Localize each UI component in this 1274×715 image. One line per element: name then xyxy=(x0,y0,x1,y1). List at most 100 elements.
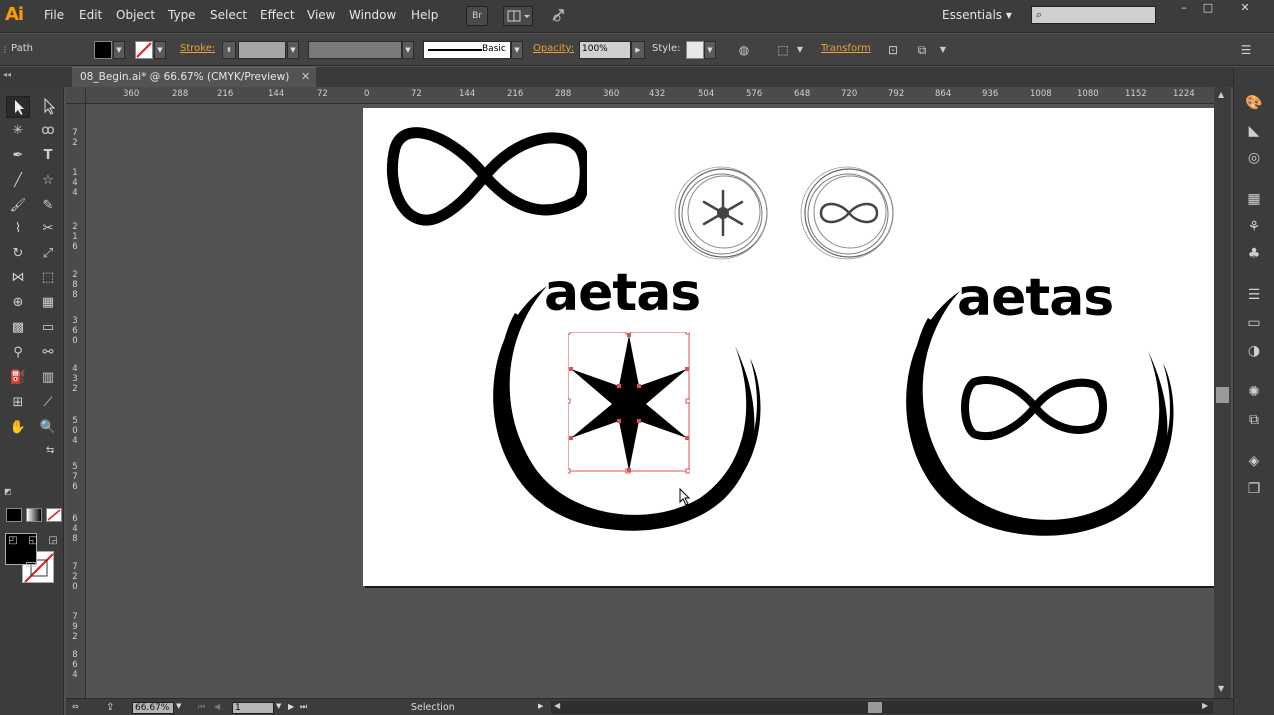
none-mode-button[interactable] xyxy=(46,508,62,522)
menu-object[interactable]: Object xyxy=(116,8,155,22)
perspective-grid-tool[interactable]: ▦ xyxy=(36,292,60,314)
maximize-button[interactable]: □ xyxy=(1199,1,1217,15)
bridge-button[interactable]: Br xyxy=(466,6,488,26)
artboards-panel-icon[interactable]: ❐ xyxy=(1244,479,1264,499)
scroll-left-icon[interactable]: ◀ xyxy=(554,701,560,710)
star-tool[interactable]: ☆ xyxy=(36,170,60,192)
magic-wand-tool[interactable]: ✳ xyxy=(6,120,30,142)
selected-star-shape[interactable] xyxy=(568,332,690,474)
next-artboard-icon[interactable]: ▶ xyxy=(288,702,294,711)
arrange-documents-button[interactable] xyxy=(503,6,533,26)
stroke-dropdown[interactable]: ▼ xyxy=(154,41,166,59)
type-tool[interactable]: T xyxy=(36,145,60,167)
stroke-weight-input[interactable] xyxy=(238,41,286,59)
arrange-icon[interactable]: ⧉ xyxy=(914,42,930,58)
brush-definition[interactable]: Basic xyxy=(423,41,511,59)
column-graph-tool[interactable]: ▥ xyxy=(36,367,60,389)
recolor-artwork-icon[interactable]: ◍ xyxy=(736,42,752,58)
kuler-icon[interactable]: ◎ xyxy=(1244,148,1264,168)
hand-tool[interactable]: ✋ xyxy=(6,417,30,439)
color-panel-icon[interactable]: 🎨 xyxy=(1244,93,1264,113)
graphic-styles-icon[interactable]: ⧉ xyxy=(1244,410,1264,430)
fit-icon[interactable]: ⇔ xyxy=(72,702,79,711)
menu-window[interactable]: Window xyxy=(349,8,396,22)
gradient-tool[interactable]: ▭ xyxy=(36,317,60,339)
opacity-dropdown[interactable]: ▶ xyxy=(631,41,645,59)
artboard-number-input[interactable]: 1 xyxy=(232,702,274,714)
arrange-dropdown-icon[interactable]: ▼ xyxy=(935,42,951,58)
zoom-level-input[interactable]: 66.67% xyxy=(132,702,174,714)
line-tool[interactable]: ╱ xyxy=(6,170,30,192)
close-button[interactable]: ✕ xyxy=(1236,1,1254,15)
status-menu-icon[interactable]: ▶ xyxy=(538,702,543,710)
symbol-sprayer-tool[interactable]: ⛽ xyxy=(6,367,30,389)
fill-dropdown[interactable]: ▼ xyxy=(113,41,125,59)
brush-dropdown[interactable]: ▼ xyxy=(511,41,523,59)
variable-width-profile[interactable] xyxy=(308,41,402,59)
swatches-panel-icon[interactable]: ▦ xyxy=(1244,189,1264,209)
opacity-input[interactable]: 100% xyxy=(579,41,631,59)
swap-colors-icon[interactable]: ⇆ xyxy=(46,445,54,456)
horizontal-scrollbar[interactable]: ◀ ▶ xyxy=(551,701,1213,714)
stroke-panel-icon[interactable]: ☰ xyxy=(1244,285,1264,305)
shape-builder-tool[interactable]: ⊕ xyxy=(6,292,30,314)
isolate-icon[interactable]: ⊡ xyxy=(885,42,901,58)
scroll-down-icon[interactable]: ▼ xyxy=(1218,684,1224,693)
gradient-mode-button[interactable] xyxy=(26,508,42,522)
opacity-panel-link[interactable]: Opacity: xyxy=(533,43,574,54)
previous-artboard-icon[interactable]: ◀ xyxy=(214,702,220,711)
stroke-panel-link[interactable]: Stroke: xyxy=(180,43,215,54)
width-tool[interactable]: ⋈ xyxy=(6,267,30,289)
lasso-tool[interactable]: ꝏ xyxy=(36,120,60,142)
mesh-tool[interactable]: ▩ xyxy=(6,317,30,339)
artboard-dropdown-icon[interactable]: ▼ xyxy=(276,702,281,710)
blob-brush-tool[interactable]: ⌇ xyxy=(6,218,30,240)
zoom-dropdown-icon[interactable]: ▼ xyxy=(176,702,181,710)
horizontal-scroll-thumb[interactable] xyxy=(868,702,882,713)
scale-tool[interactable]: ⤢ xyxy=(36,243,60,265)
canvas-area[interactable]: aetas aetas xyxy=(87,104,1214,698)
rotate-tool[interactable]: ↻ xyxy=(6,243,30,265)
collapse-toolbox-icon[interactable]: ◂◂ xyxy=(3,70,11,79)
transform-panel-link[interactable]: Transform xyxy=(821,43,871,54)
graphic-style-swatch[interactable] xyxy=(686,41,704,59)
share-icon[interactable]: ⇪ xyxy=(106,702,114,713)
symbols-panel-icon[interactable]: ♣ xyxy=(1244,244,1264,264)
stroke-weight-dropdown[interactable]: ▼ xyxy=(287,41,299,59)
vertical-scrollbar[interactable]: ▲ ▼ xyxy=(1214,87,1231,698)
brushes-panel-icon[interactable]: ⚘ xyxy=(1244,217,1264,237)
appearance-panel-icon[interactable]: ✺ xyxy=(1244,382,1264,402)
draw-inside-button[interactable]: ◲ xyxy=(44,530,62,552)
minimize-button[interactable]: – xyxy=(1175,1,1193,15)
scroll-right-icon[interactable]: ▶ xyxy=(1202,701,1208,710)
color-mode-button[interactable] xyxy=(6,508,22,522)
menu-select[interactable]: Select xyxy=(210,8,247,22)
document-tab[interactable]: 08_Begin.ai* @ 66.67% (CMYK/Preview) ✕ xyxy=(72,67,316,87)
scroll-thumb[interactable] xyxy=(1216,387,1229,403)
transparency-panel-icon[interactable]: ◑ xyxy=(1244,341,1264,361)
menu-edit[interactable]: Edit xyxy=(79,8,102,22)
scissors-tool[interactable]: ✂ xyxy=(36,218,60,240)
align-dropdown-icon[interactable]: ▼ xyxy=(792,42,808,58)
gpu-performance-button[interactable] xyxy=(548,6,570,26)
draw-behind-button[interactable]: ◱ xyxy=(24,530,42,552)
direct-selection-tool[interactable] xyxy=(36,96,60,118)
screen-mode-button[interactable]: ▭ xyxy=(19,554,43,576)
blend-tool[interactable]: ⚯ xyxy=(36,342,60,364)
menu-type[interactable]: Type xyxy=(168,8,196,22)
eyedropper-tool[interactable]: ⚲ xyxy=(6,342,30,364)
gradient-panel-icon[interactable]: ▭ xyxy=(1244,313,1264,333)
panel-menu-icon[interactable]: ☰ xyxy=(1238,42,1254,58)
pencil-tool[interactable]: ✎ xyxy=(36,195,60,217)
layers-panel-icon[interactable]: ◈ xyxy=(1244,451,1264,471)
zoom-tool[interactable]: 🔍 xyxy=(36,417,60,439)
workspace-switcher[interactable]: Essentials ▾ xyxy=(942,8,1012,22)
selection-tool[interactable] xyxy=(6,96,30,118)
close-tab-icon[interactable]: ✕ xyxy=(301,70,310,83)
stroke-weight-stepper[interactable]: ⬍ xyxy=(222,41,236,59)
paintbrush-tool[interactable]: 🖌 xyxy=(6,195,30,217)
menu-help[interactable]: Help xyxy=(411,8,438,22)
slice-tool[interactable]: ⟋ xyxy=(36,392,60,414)
default-colors-icon[interactable]: ◩ xyxy=(4,487,12,496)
graphic-style-dropdown[interactable]: ▼ xyxy=(704,41,716,59)
